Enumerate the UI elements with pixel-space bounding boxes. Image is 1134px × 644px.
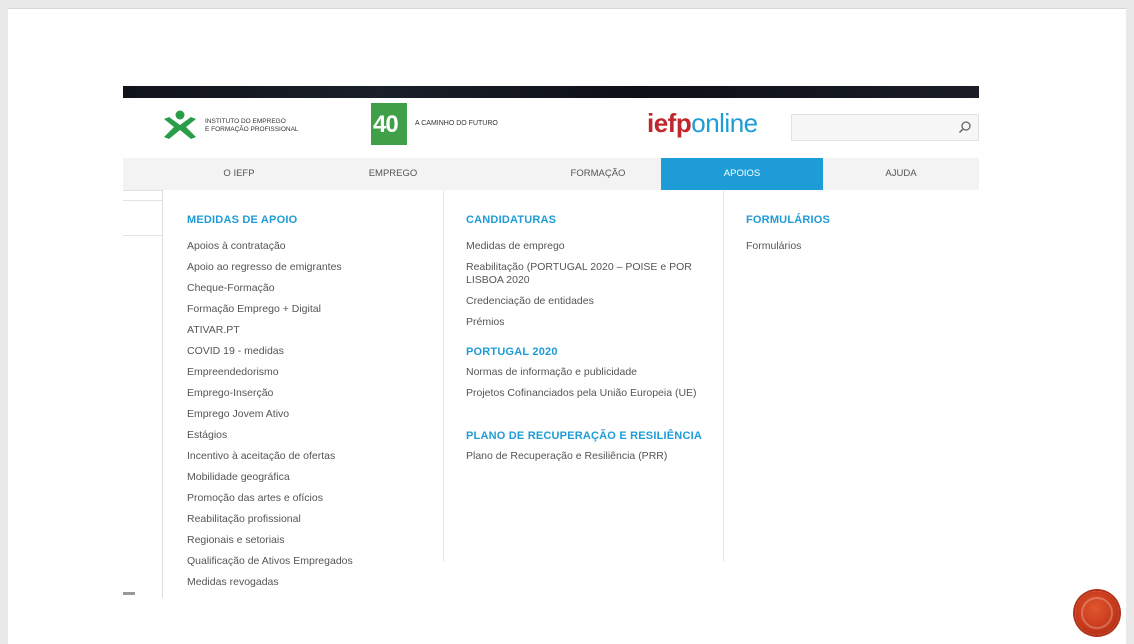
menu-link[interactable]: Qualificação de Ativos Empregados bbox=[187, 555, 353, 568]
section-title-formularios: FORMULÁRIOS bbox=[746, 214, 831, 226]
search-icon[interactable] bbox=[958, 120, 972, 134]
nav-item-emprego[interactable]: EMPREGO bbox=[323, 158, 463, 190]
menu-link[interactable]: Mobilidade geográfica bbox=[187, 471, 290, 484]
menu-column-medidas: MEDIDAS DE APOIO Apoios à contratação Ap… bbox=[187, 190, 437, 590]
section-title-medidas-de-apoio: MEDIDAS DE APOIO bbox=[187, 214, 298, 226]
slide-frame-left bbox=[0, 0, 8, 644]
menu-link[interactable]: Apoio ao regresso de emigrantes bbox=[187, 261, 342, 274]
search-input[interactable] bbox=[792, 115, 954, 138]
section-title-candidaturas: CANDIDATURAS bbox=[466, 214, 557, 226]
menu-link[interactable]: Plano de Recuperação e Resiliência (PRR) bbox=[466, 450, 667, 463]
iefp-logo-icon bbox=[164, 110, 196, 139]
slide-frame-top bbox=[0, 0, 1134, 8]
nav-item-ajuda[interactable]: AJUDA bbox=[823, 158, 979, 190]
apoios-mega-menu: MEDIDAS DE APOIO Apoios à contratação Ap… bbox=[162, 190, 979, 598]
iefp-logo-text: INSTITUTO DO EMPREGO E FORMAÇÃO PROFISSI… bbox=[205, 118, 299, 134]
iefp-logo[interactable]: INSTITUTO DO EMPREGO E FORMAÇÃO PROFISSI… bbox=[161, 109, 321, 143]
top-dark-strip bbox=[123, 86, 979, 98]
main-nav: O IEFP EMPREGO FORMAÇÃO APOIOS AJUDA bbox=[123, 158, 979, 191]
section-title-portugal-2020: PORTUGAL 2020 bbox=[466, 346, 558, 358]
section-title-prr: PLANO DE RECUPERAÇÃO E RESILIÊNCIA bbox=[466, 430, 702, 442]
website-screenshot: INSTITUTO DO EMPREGO E FORMAÇÃO PROFISSI… bbox=[123, 86, 979, 598]
slide-frame-right bbox=[1126, 0, 1134, 644]
menu-link[interactable]: Emprego-Inserção bbox=[187, 387, 273, 400]
menu-link[interactable]: Medidas revogadas bbox=[187, 576, 279, 589]
menu-link[interactable]: Formulários bbox=[746, 240, 801, 253]
menu-link[interactable]: Reabilitação (PORTUGAL 2020 – POISE e PO… bbox=[466, 261, 706, 287]
menu-link[interactable]: Reabilitação profissional bbox=[187, 513, 301, 526]
iefponline-brand[interactable]: iefponline bbox=[647, 108, 758, 139]
nav-item-apoios[interactable]: APOIOS bbox=[661, 158, 823, 190]
tagline: A CAMINHO DO FUTURO bbox=[415, 120, 498, 127]
menu-link[interactable]: Apoios à contratação bbox=[187, 240, 286, 253]
slide-frame-line bbox=[8, 8, 1126, 9]
anniversary-logo: 40 bbox=[371, 103, 407, 145]
brand-part-online: online bbox=[691, 108, 758, 138]
menu-link[interactable]: Medidas de emprego bbox=[466, 240, 565, 253]
menu-link[interactable]: Formação Emprego + Digital bbox=[187, 303, 321, 316]
anniversary-number: 40 bbox=[373, 111, 399, 138]
menu-link[interactable]: Emprego Jovem Ativo bbox=[187, 408, 289, 421]
background-page-stub bbox=[123, 200, 163, 236]
menu-link[interactable]: COVID 19 - medidas bbox=[187, 345, 284, 358]
brand-part-iefp: iefp bbox=[647, 108, 692, 138]
iefp-logo-line1: INSTITUTO DO EMPREGO bbox=[205, 118, 286, 125]
menu-link[interactable]: Empreendedorismo bbox=[187, 366, 279, 379]
menu-link[interactable]: Prémios bbox=[466, 316, 505, 329]
menu-link[interactable]: ATIVAR.PT bbox=[187, 324, 240, 337]
menu-column-formularios: FORMULÁRIOS Formulários bbox=[723, 190, 974, 562]
menu-link[interactable]: Credenciação de entidades bbox=[466, 295, 594, 308]
menu-link[interactable]: Promoção das artes e ofícios bbox=[187, 492, 323, 505]
search-box bbox=[791, 114, 979, 141]
menu-column-candidaturas: CANDIDATURAS Medidas de emprego Reabilit… bbox=[443, 190, 722, 562]
slide-nav-circle-icon bbox=[1081, 597, 1113, 629]
menu-link[interactable]: Cheque-Formação bbox=[187, 282, 275, 295]
menu-link[interactable]: Normas de informação e publicidade bbox=[466, 366, 637, 379]
menu-link[interactable]: Estágios bbox=[187, 429, 227, 442]
menu-link[interactable]: Regionais e setoriais bbox=[187, 534, 284, 547]
menu-link[interactable]: Incentivo à aceitação de ofertas bbox=[187, 450, 335, 463]
scroll-indicator bbox=[123, 592, 135, 595]
menu-link[interactable]: Projetos Cofinanciados pela União Europe… bbox=[466, 387, 706, 400]
nav-item-o-iefp[interactable]: O IEFP bbox=[123, 158, 355, 190]
slide-nav-button[interactable] bbox=[1075, 591, 1119, 635]
iefp-logo-line2: E FORMAÇÃO PROFISSIONAL bbox=[205, 126, 299, 133]
